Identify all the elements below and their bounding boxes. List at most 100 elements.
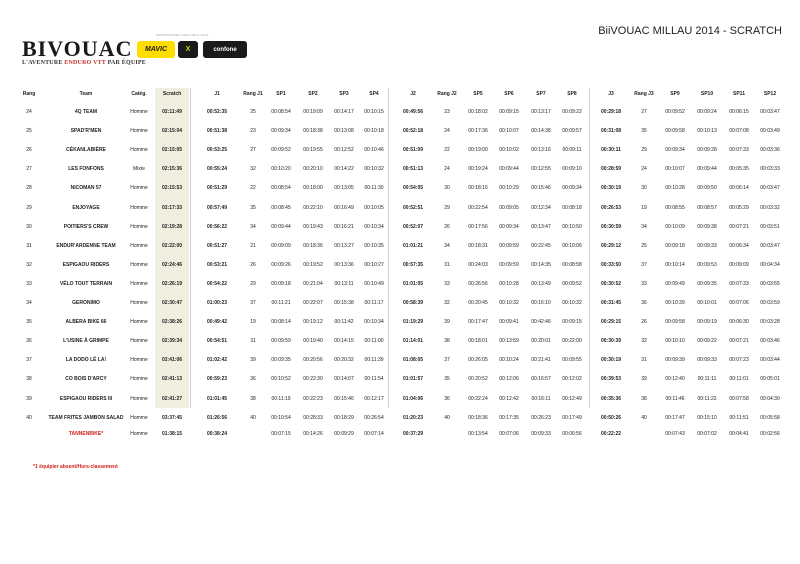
cell-sp5: 00:26:56 [468,280,488,287]
cell-rank-j2: 35 [444,376,450,383]
cell-category: Homme [130,280,148,287]
cell-team: LA DODO LÉ LA! [65,357,107,364]
cell-sp9: 00:09:58 [665,128,685,135]
cell-rank: 35 [26,319,32,326]
cell-sp7: 00:09:33 [531,431,551,437]
cell-sp3: 00:13:05 [334,185,354,192]
cell-j3: 00:50:26 [600,414,621,421]
cell-rank-j2: 40 [444,414,450,421]
cell-sp2: 00:19:12 [303,319,323,326]
cell-rank-j3: 34 [641,223,647,230]
cell-sp9: 00:17:47 [665,414,685,421]
cell-j1: 00:55:24 [206,166,227,173]
cell-rank-j3: 25 [641,242,647,249]
cell-sp3: 00:15:46 [334,395,354,402]
cell-j1: 00:57:49 [206,204,227,211]
cell-sp7: 00:15:46 [531,185,551,192]
cell-sp3: 00:13:11 [334,280,354,287]
cell-sp4: 00:10:35 [364,242,384,249]
header-sp5: SP5 [473,91,483,97]
cell-j1: 00:38:24 [206,431,227,437]
cell-j2: 01:08:05 [402,357,423,364]
cell-sp8: 00:09:11 [562,147,582,154]
cell-sp12: 00:03:46 [760,338,780,345]
cell-sp4: 00:10:32 [364,166,384,173]
cell-scratch: 02:19:28 [161,223,182,230]
cell-sp12: 00:03:47 [760,109,780,115]
cell-j1: 01:02:42 [206,357,227,364]
cell-j1: 00:53:21 [206,261,227,268]
cell-sp7: 00:12:34 [531,204,551,211]
cell-rank-j3: 33 [641,280,647,287]
cell-sp6: 00:17:35 [499,414,519,421]
cell-sp4: 00:10:34 [364,319,384,326]
cell-sp8: 00:08:18 [562,204,582,211]
cell-rank-j3: 26 [641,319,647,326]
cell-sp8: 00:17:49 [562,414,582,421]
cell-sp9: 00:09:58 [665,319,685,326]
cell-sp4: 00:11:39 [364,357,384,364]
cell-sp11: 00:07:08 [729,128,749,135]
cell-sp2: 00:22:30 [303,376,323,383]
cell-rank-j1: 40 [250,414,256,421]
cell-team: TANNENBIKE* [68,431,104,437]
cell-sp4: 00:10:27 [364,261,384,268]
cell-rank-j1: 36 [250,376,256,383]
cell-category: Homme [130,414,148,421]
cell-category: Homme [130,185,148,192]
cell-sp3: 00:13:27 [334,242,354,249]
cell-sp8: 00:10:06 [562,242,582,249]
cell-team: ESPIGAOU RIDERS [62,261,110,268]
cell-rank: 25 [26,128,32,135]
cell-sp10: 00:09:53 [697,261,717,268]
cell-rank-j3: 32 [641,338,647,345]
cell-category: Homme [130,376,148,383]
cell-sp11: 00:07:33 [729,147,749,154]
cell-sp5: 00:18:31 [468,242,488,249]
cell-sp11: 00:07:21 [729,338,749,345]
cell-rank-j3: 29 [641,147,647,154]
cell-sp3: 00:18:29 [334,414,354,421]
cell-team: TEAM FRITES JAMBON SALAD [48,414,124,421]
cell-sp5: 00:18:02 [468,109,488,115]
cell-category: Homme [130,204,148,211]
cell-j3: 00:30:19 [600,357,621,364]
cell-sp6: 00:07:06 [499,431,519,437]
header-rank: Rang [22,91,36,97]
cell-rank-j1: 32 [250,166,256,173]
cell-sp1: 00:07:15 [271,431,291,437]
cell-sp3: 00:09:29 [334,431,354,437]
cell-j1: 00:56:22 [206,223,227,230]
cell-sp11: 00:07:58 [729,395,749,402]
cell-sp8: 00:09:52 [562,280,582,287]
cell-rank-j2: 33 [444,280,450,287]
cell-rank-j2: 26 [444,223,450,230]
cell-sp1: 00:08:45 [271,204,291,211]
cell-sp1: 00:09:09 [271,242,291,249]
cell-category: Homme [130,300,148,306]
cell-sp7: 00:42:46 [531,319,551,326]
cell-j2: 01:01:57 [402,376,423,383]
cell-sp2: 00:18:38 [303,128,323,135]
cell-category: Homme [130,147,148,154]
cell-j3: 00:30:11 [601,147,621,154]
cell-rank: 28 [26,185,32,192]
cell-rank-j1: 38 [250,395,256,402]
cell-scratch: 02:15:04 [161,128,182,135]
cell-sp2: 00:20:10 [303,166,323,173]
cell-j2: 00:52:51 [402,204,423,211]
cell-sp9: 00:09:18 [665,242,685,249]
header-sp7: SP7 [536,91,546,97]
cell-j3: 00:30:59 [600,223,621,230]
cell-sp1: 00:11:19 [271,395,291,402]
cell-sp1: 00:09:18 [271,280,291,287]
cell-sp2: 00:14:26 [303,431,323,437]
cell-scratch: 02:38:26 [161,319,182,326]
cell-sp5: 00:22:24 [468,395,488,402]
cell-sp8: 00:09:10 [562,166,582,173]
cell-sp2: 00:19:40 [303,338,323,345]
cell-rank-j1: 23 [250,128,256,135]
cell-sp8: 00:10:32 [562,300,582,306]
cell-sp2: 00:19:09 [303,109,323,115]
cell-sp2: 00:22:23 [303,395,323,402]
